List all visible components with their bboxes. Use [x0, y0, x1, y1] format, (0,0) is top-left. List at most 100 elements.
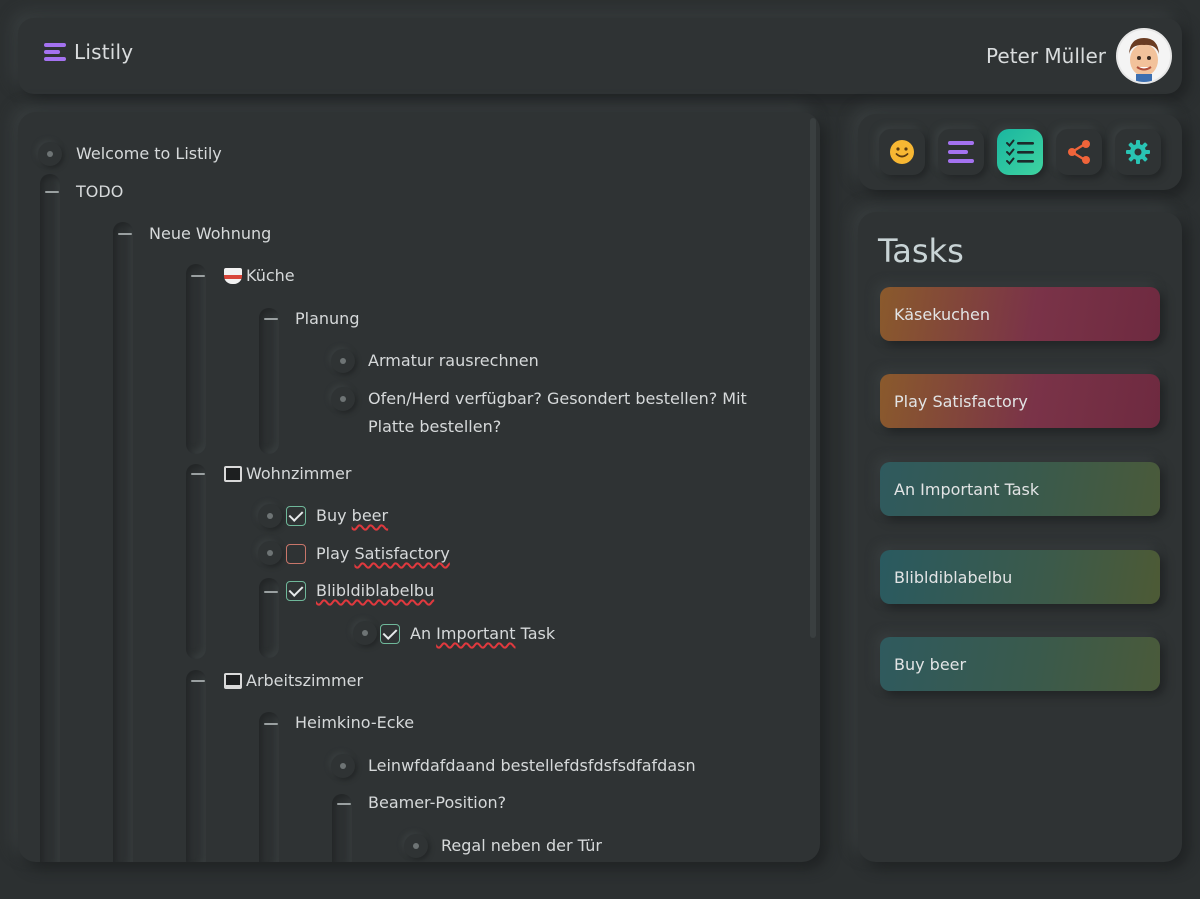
checkbox-checked[interactable] [286, 581, 306, 601]
node-bullet[interactable] [331, 387, 355, 411]
list-icon [948, 141, 974, 163]
tree-guide [259, 308, 279, 454]
outline-tree-panel[interactable]: Welcome to Listily TODO Neue Wohnung Küc… [18, 112, 820, 862]
tree-node[interactable]: Neue Wohnung [149, 220, 271, 248]
ramen-bowl-icon [224, 268, 242, 284]
tree-guide [186, 464, 206, 659]
misspelled-word[interactable]: Satisfactory [354, 540, 449, 568]
tree-node[interactable]: Buy beer [286, 502, 388, 530]
node-text[interactable]: Wohnzimmer [246, 460, 351, 488]
collapse-toggle[interactable] [264, 591, 278, 593]
node-text[interactable]: Buy [316, 502, 352, 530]
task-card[interactable]: Play Satisfactory [880, 374, 1160, 428]
node-text[interactable]: Beamer-Position? [368, 789, 506, 817]
tree-guide [186, 670, 206, 862]
tree-node[interactable]: Blibldiblabelbu [286, 577, 434, 605]
checkbox-checked[interactable] [380, 624, 400, 644]
tree-node[interactable]: Play Satisfactory [286, 540, 450, 568]
smiley-icon [890, 140, 914, 164]
task-label: Buy beer [894, 654, 967, 674]
tree-node[interactable]: Arbeitszimmer [224, 667, 363, 695]
node-text[interactable]: Leinwfdafdaand bestellefdsfdsfsdfafdasn [368, 752, 696, 780]
node-text[interactable]: Welcome to Listily [76, 140, 222, 168]
share-button[interactable] [1056, 129, 1102, 175]
avatar[interactable] [1118, 30, 1170, 82]
listily-logo-icon [44, 41, 66, 63]
task-card[interactable]: An Important Task [880, 462, 1160, 516]
node-text[interactable]: Blibldiblabelbu [316, 577, 434, 605]
node-text[interactable]: Neue Wohnung [149, 220, 271, 248]
task-label: Käsekuchen [894, 304, 991, 324]
node-text[interactable]: TODO [76, 178, 123, 206]
node-text[interactable]: Task [516, 620, 556, 648]
outline-view-button[interactable] [938, 129, 984, 175]
tree-guide [40, 174, 60, 862]
node-text[interactable]: Play [316, 540, 354, 568]
node-text[interactable]: Küche [246, 262, 295, 290]
tree-node[interactable]: Planung [295, 305, 359, 333]
tree-node[interactable]: Armatur rausrechnen [368, 347, 539, 375]
node-text[interactable]: Ofen/Herd verfügbar? Gesondert bestellen… [368, 385, 778, 441]
settings-icon [1126, 140, 1150, 164]
node-bullet[interactable] [404, 834, 428, 858]
collapse-toggle[interactable] [118, 233, 132, 235]
node-bullet[interactable] [38, 142, 62, 166]
settings-button[interactable] [1115, 129, 1161, 175]
task-label: Play Satisfactory [894, 391, 1028, 411]
tasks-view-button[interactable] [997, 129, 1043, 175]
tree-node[interactable]: Regal neben der Tür [441, 832, 602, 860]
tasks-title: Tasks [878, 232, 964, 270]
collapse-toggle[interactable] [191, 275, 205, 277]
task-label: Blibldiblabelbu [894, 567, 1013, 587]
view-toolbar [858, 114, 1182, 190]
node-text[interactable]: Planung [295, 305, 359, 333]
tree-guide [259, 578, 279, 658]
tree-node[interactable]: Beamer-Position? [368, 789, 506, 817]
tree-node[interactable]: Heimkino-Ecke [295, 709, 414, 737]
user-name: Peter Müller [986, 44, 1106, 68]
node-text[interactable]: An [410, 620, 436, 648]
node-text[interactable]: Armatur rausrechnen [368, 347, 539, 375]
app-name: Listily [74, 40, 134, 64]
tree-node[interactable]: TODO [76, 178, 123, 206]
node-bullet[interactable] [331, 349, 355, 373]
tree-node[interactable]: Ofen/Herd verfügbar? Gesondert bestellen… [368, 385, 778, 441]
collapse-toggle[interactable] [264, 723, 278, 725]
collapse-toggle[interactable] [337, 803, 351, 805]
brand[interactable]: Listily [44, 40, 133, 64]
tree-guide [186, 264, 206, 454]
node-bullet[interactable] [353, 621, 377, 645]
checkbox-unchecked[interactable] [286, 544, 306, 564]
collapse-toggle[interactable] [191, 680, 205, 682]
misspelled-word[interactable]: Important [436, 620, 515, 648]
node-text[interactable]: Regal neben der Tür [441, 832, 602, 860]
tree-guide [113, 222, 133, 862]
collapse-toggle[interactable] [191, 473, 205, 475]
node-bullet[interactable] [258, 541, 282, 565]
collapse-toggle[interactable] [264, 318, 278, 320]
task-card[interactable]: Blibldiblabelbu [880, 550, 1160, 604]
node-text[interactable]: Arbeitszimmer [246, 667, 363, 695]
task-label: An Important Task [894, 479, 1040, 499]
checkbox-checked[interactable] [286, 506, 306, 526]
node-bullet[interactable] [258, 504, 282, 528]
checklist-icon [1006, 139, 1034, 165]
tree-node[interactable]: An Important Task [380, 620, 555, 648]
tree-guide [259, 712, 279, 862]
node-text[interactable]: Heimkino-Ecke [295, 709, 414, 737]
share-icon [1068, 140, 1090, 164]
task-card[interactable]: Buy beer [880, 637, 1160, 691]
emoji-button[interactable] [879, 129, 925, 175]
tree-scrollbar[interactable] [810, 118, 816, 638]
misspelled-word[interactable]: beer [352, 502, 388, 530]
task-card[interactable]: Käsekuchen [880, 287, 1160, 341]
node-bullet[interactable] [331, 754, 355, 778]
app-header: Listily Peter Müller [18, 18, 1182, 94]
tree-node[interactable]: Wohnzimmer [224, 460, 351, 488]
tree-node[interactable]: Welcome to Listily [76, 140, 222, 168]
tree-node[interactable]: Küche [224, 262, 295, 290]
user-menu[interactable]: Peter Müller [986, 30, 1170, 82]
tree-node[interactable]: Leinwfdafdaand bestellefdsfdsfsdfafdasn [368, 752, 696, 780]
laptop-icon [224, 673, 242, 689]
collapse-toggle[interactable] [45, 191, 59, 193]
